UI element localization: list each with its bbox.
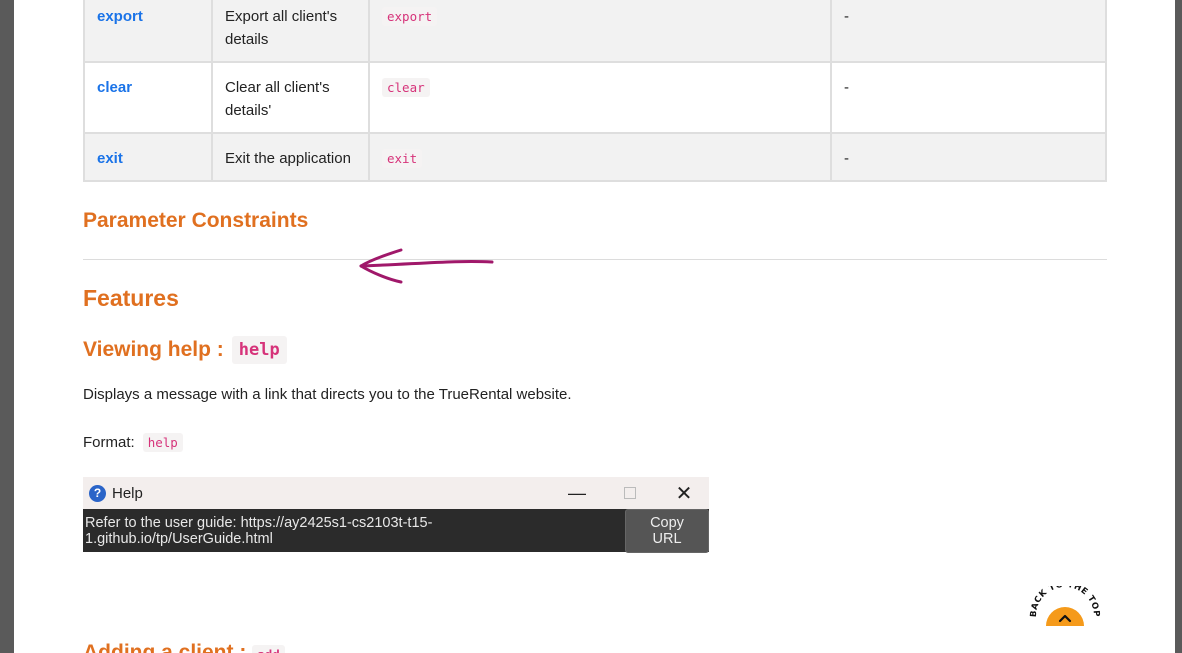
table-cell: - [830,0,1107,63]
copy-url-button[interactable]: Copy URL [625,508,709,553]
format-code: help [142,433,183,452]
heading-viewing-help-code: help [231,336,287,364]
close-icon[interactable]: ✕ [669,477,699,509]
help-format: Format: help [83,433,183,452]
table-cell: exit [368,132,832,182]
command-format: clear [382,78,430,97]
table-row: export Export all client's details expor… [83,0,1107,63]
table-cell: export [368,0,832,63]
help-question-icon: ? [89,484,106,502]
table-cell: Exit the application [211,132,370,182]
table-cell: exit [83,132,213,182]
table-cell: clear [368,61,832,134]
command-summary-table: export Export all client's details expor… [83,0,1107,182]
table-cell: clear [83,61,213,134]
page: export Export all client's details expor… [14,0,1175,653]
heading-adding-client-code: add [252,645,285,653]
table-cell: - [830,61,1107,134]
table-cell: export [83,0,213,63]
help-window-message: Refer to the user guide: https://ay2425s… [85,514,433,547]
help-description: Displays a message with a link that dire… [83,386,572,403]
help-window-screenshot: ? Help — ✕ Refer to the user guide: http… [83,477,709,553]
command-name[interactable]: export [97,8,143,25]
table-cell: - [830,132,1107,182]
format-label: Format: [83,434,135,451]
command-format: export [382,7,438,26]
heading-features: Features [83,285,179,311]
command-format: exit [382,149,423,168]
help-window-titlebar: ? Help — ✕ [83,477,709,509]
maximize-icon[interactable] [615,477,645,509]
help-window-title: Help [112,484,143,502]
back-to-top-icon[interactable]: BACK TO THE TOP [1028,586,1102,630]
heading-viewing-help: Viewing help : help [83,336,287,364]
command-name[interactable]: exit [97,150,123,167]
heading-adding-client: Adding a client : add [83,641,285,653]
table-cell: Clear all client's details' [211,61,370,134]
table-row: clear Clear all client's details' clear … [83,61,1107,134]
command-name[interactable]: clear [97,79,132,96]
heading-viewing-help-label: Viewing help : [83,338,224,361]
heading-parameter-constraints: Parameter Constraints [83,209,309,232]
arrow-annotation-icon [359,248,494,284]
divider [83,259,1107,260]
table-cell: Export all client's details [211,0,370,63]
minimize-icon[interactable]: — [562,477,592,509]
heading-adding-client-label: Adding a client : [83,641,247,653]
table-row: exit Exit the application exit - [83,132,1107,182]
help-window-body: Refer to the user guide: https://ay2425s… [83,508,709,553]
